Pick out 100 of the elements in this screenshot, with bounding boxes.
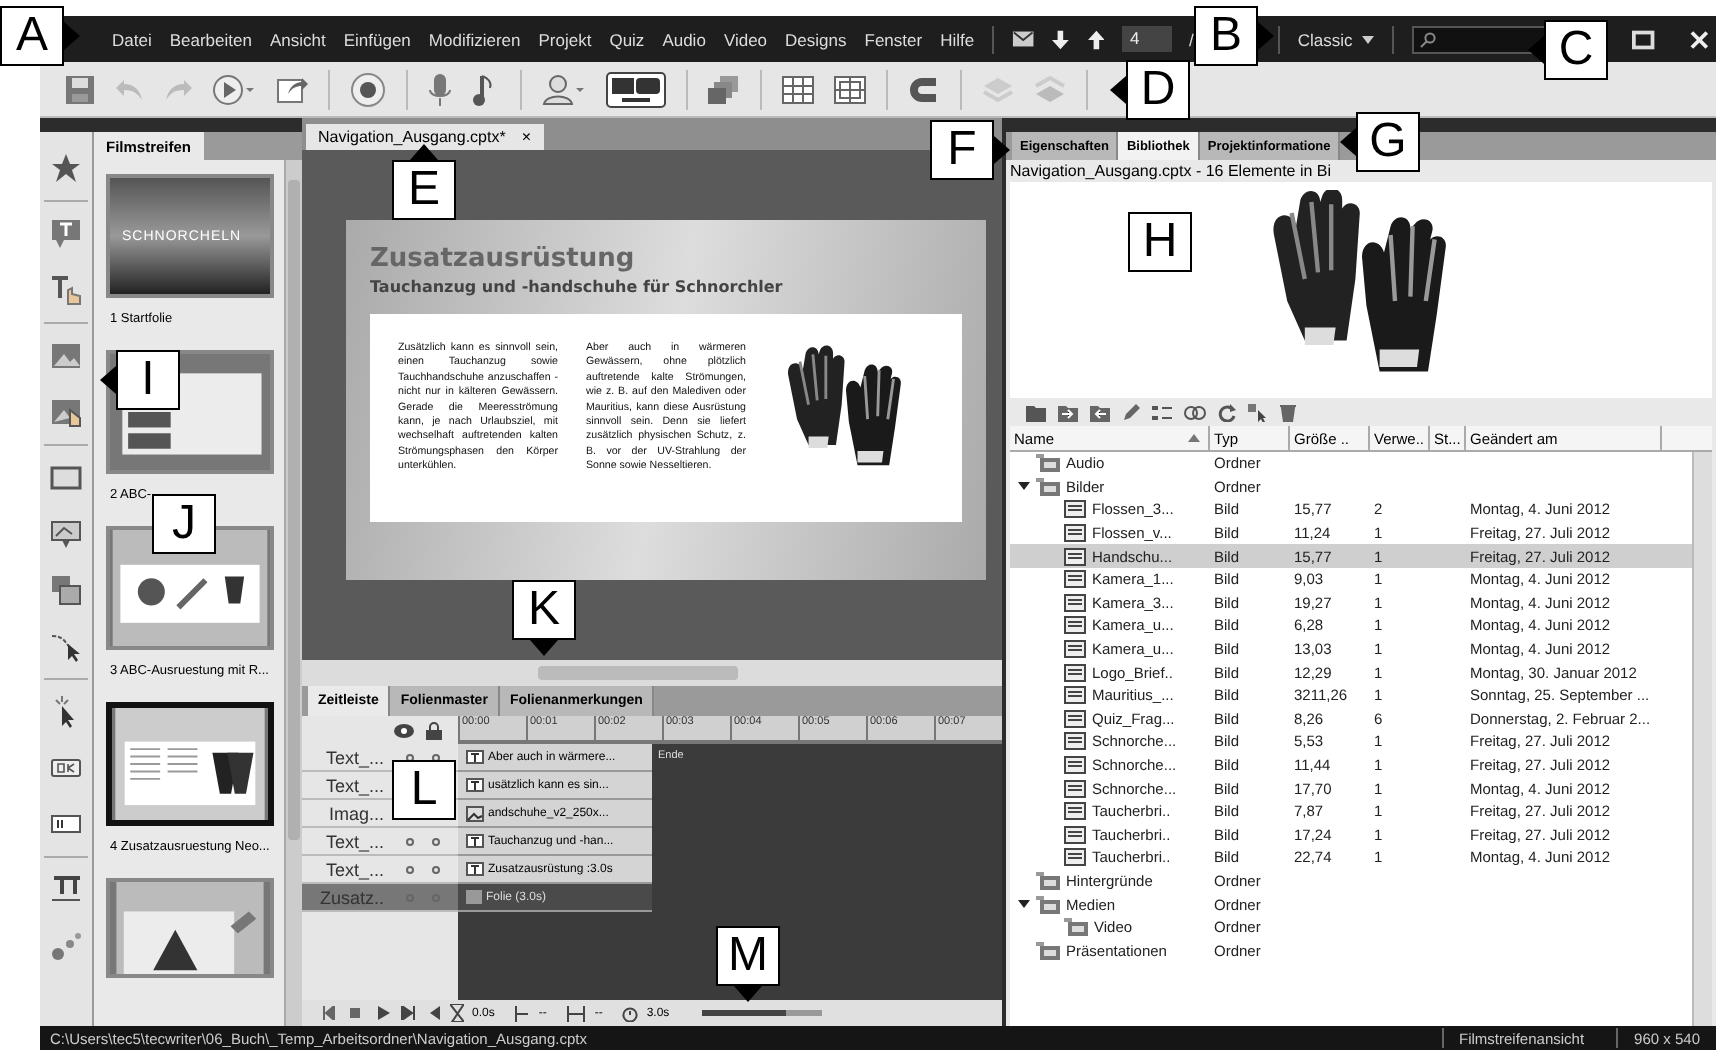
menu-item[interactable]: Modifizieren — [428, 29, 521, 49]
callout-label: I — [116, 350, 180, 410]
folder-icon — [1036, 871, 1060, 890]
image-file-icon — [1064, 756, 1086, 775]
close-icon[interactable]: × — [521, 128, 532, 146]
grid-icon[interactable] — [834, 75, 866, 103]
playback-controls-drawing[interactable] — [322, 1006, 442, 1020]
menu-item[interactable]: Ansicht — [269, 29, 326, 49]
dots-icon[interactable] — [50, 930, 82, 962]
down-arrow-icon[interactable] — [1052, 29, 1070, 49]
table-icon[interactable] — [782, 75, 814, 103]
expand-arrow-icon[interactable] — [1018, 480, 1030, 493]
trash-icon[interactable] — [1280, 403, 1296, 421]
lock-dot-icon[interactable] — [432, 753, 440, 761]
lock-dot-icon[interactable] — [432, 865, 440, 873]
import-icon[interactable] — [1058, 403, 1078, 421]
eye-icon[interactable] — [394, 723, 414, 737]
play-icon[interactable] — [212, 73, 256, 105]
image-file-icon — [1064, 779, 1086, 798]
menu-item[interactable]: Video — [723, 29, 768, 49]
export-icon[interactable] — [276, 74, 308, 104]
page-separator: / — [1189, 29, 1194, 49]
text-caption-icon — [466, 833, 484, 849]
image-file-icon — [1064, 640, 1086, 659]
callout-label: D — [1126, 60, 1190, 120]
copies-icon[interactable] — [708, 73, 740, 105]
menu-item[interactable]: Designs — [785, 29, 847, 49]
slide-subtitle: Tauchanzug und -handschuhe für Schnorchler — [370, 278, 785, 296]
sort-icon — [1188, 434, 1200, 442]
select-unused-icon[interactable] — [1248, 403, 1268, 421]
text-caption-icon — [466, 749, 484, 765]
scrollbar[interactable] — [302, 660, 1002, 686]
out-point-icon — [566, 1005, 587, 1021]
image-icon — [466, 805, 484, 821]
textscale-icon[interactable] — [50, 874, 82, 906]
lock-dot-icon[interactable] — [432, 837, 440, 845]
callout-label: C — [1544, 20, 1608, 80]
page-field[interactable]: 4 — [1122, 26, 1172, 52]
imageclick-icon[interactable] — [50, 396, 82, 428]
visibility-dot-icon[interactable] — [406, 753, 414, 761]
menu-item[interactable]: Quiz — [609, 29, 645, 49]
maximize-icon[interactable] — [1632, 29, 1656, 49]
rect-icon[interactable] — [50, 462, 82, 494]
menu-item[interactable]: Bearbeiten — [169, 29, 252, 49]
star-icon[interactable] — [50, 152, 82, 184]
workspace-dropdown[interactable]: Classic — [1297, 29, 1375, 49]
scrollbar[interactable] — [284, 160, 302, 1026]
microphone-icon[interactable] — [428, 71, 452, 107]
export-icon[interactable] — [1090, 403, 1110, 421]
record-icon[interactable] — [350, 71, 386, 107]
layer-name: Imag... — [328, 803, 384, 823]
pointer-icon — [1340, 128, 1356, 156]
magnet-icon[interactable] — [908, 75, 940, 103]
visibility-dot-icon[interactable] — [406, 865, 414, 873]
image-file-icon — [1064, 570, 1086, 589]
zoom-slider[interactable] — [701, 1010, 822, 1016]
up-arrow-icon[interactable] — [1087, 29, 1104, 49]
text-caption-icon — [466, 777, 484, 793]
menu-item[interactable]: Fenster — [864, 29, 923, 49]
list-icon[interactable] — [1152, 403, 1172, 421]
menu-item[interactable]: Projekt — [538, 29, 592, 49]
image-icon[interactable] — [50, 340, 82, 372]
layer-name: Text_... — [325, 859, 384, 879]
visibility-dot-icon[interactable] — [406, 837, 414, 845]
pointer-icon — [64, 22, 80, 50]
pencil-icon[interactable] — [1122, 403, 1140, 421]
folder-icon — [1036, 477, 1060, 496]
path-icon[interactable] — [50, 630, 82, 662]
document-tab[interactable]: Navigation_Ausgang.cptx* × — [306, 124, 544, 150]
callout-label: A — [0, 6, 64, 66]
pointer-icon — [1528, 36, 1544, 64]
refresh-icon[interactable] — [1218, 403, 1236, 421]
user-icon[interactable] — [542, 73, 586, 105]
close-icon[interactable] — [1689, 29, 1708, 49]
stopwatch-icon — [622, 1005, 639, 1021]
expand-arrow-icon[interactable] — [1018, 898, 1030, 911]
folder-icon[interactable] — [1026, 403, 1046, 421]
mail-icon[interactable] — [1012, 30, 1035, 48]
scrollbar[interactable] — [1692, 452, 1712, 1026]
video-badge-icon[interactable] — [606, 71, 666, 107]
callout-label: B — [1194, 6, 1258, 66]
folder-icon — [1036, 941, 1060, 960]
image-file-icon — [1064, 709, 1086, 728]
link-icon[interactable] — [1184, 405, 1206, 419]
image-file-icon — [1064, 848, 1086, 867]
menu-item[interactable]: Einfügen — [343, 29, 411, 49]
menu-item[interactable]: Audio — [662, 29, 706, 49]
lock-icon[interactable] — [426, 721, 442, 739]
pointer-icon — [530, 640, 558, 656]
menu-item[interactable]: Datei — [112, 29, 152, 49]
stack-icon[interactable] — [50, 574, 82, 606]
folder-icon — [1064, 918, 1088, 937]
callout-label: J — [152, 494, 216, 554]
textcursor-icon[interactable] — [50, 274, 82, 306]
zoom-icon[interactable] — [50, 518, 82, 550]
pointer-icon — [410, 144, 438, 160]
image-file-icon — [1064, 825, 1086, 844]
menu-item[interactable]: Hilfe — [940, 29, 975, 49]
save-icon[interactable] — [64, 73, 96, 105]
caption-icon[interactable] — [50, 218, 82, 250]
